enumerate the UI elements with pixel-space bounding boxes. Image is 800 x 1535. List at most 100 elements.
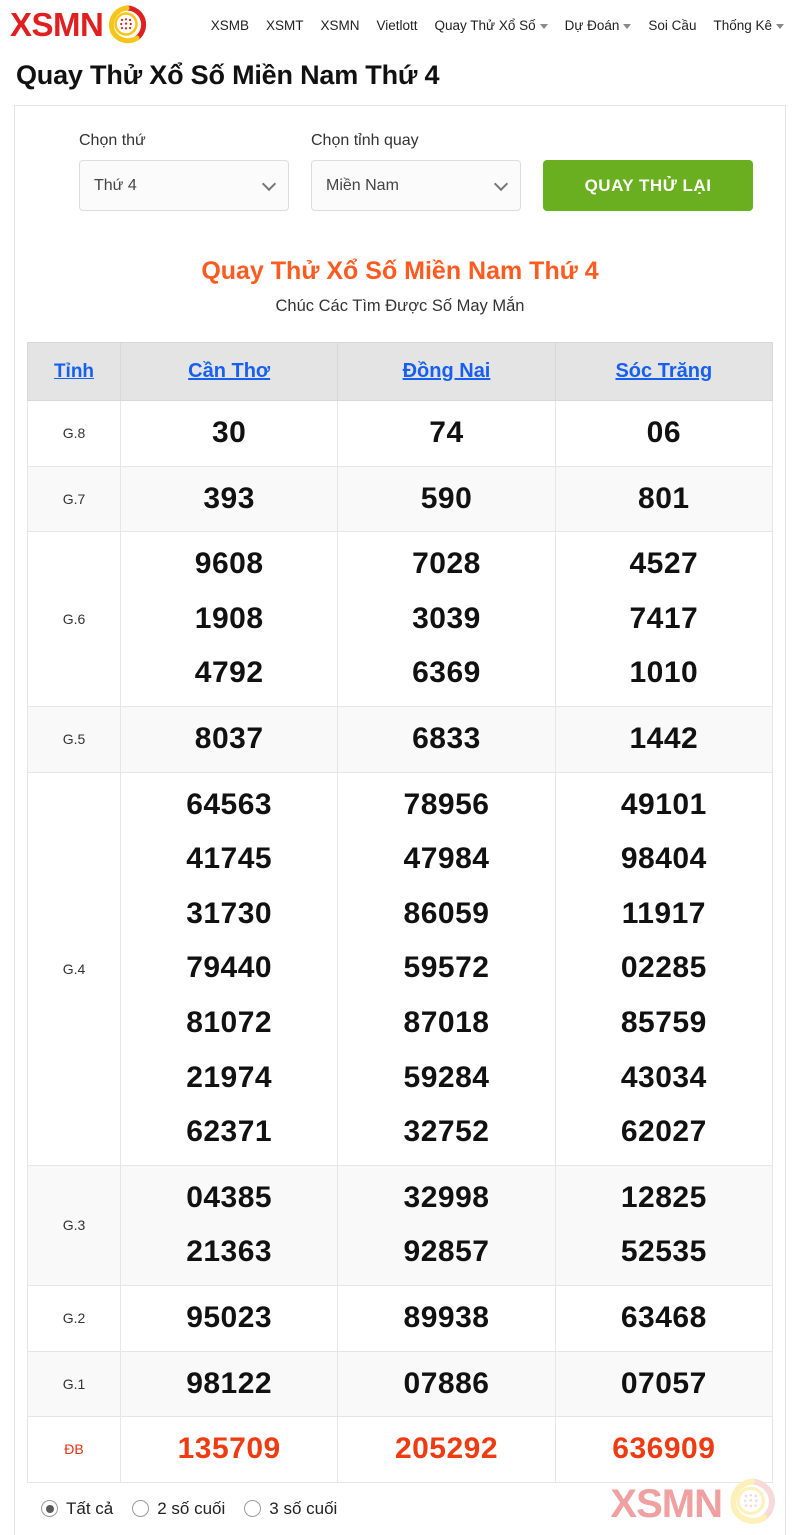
table-row: G.3 04385 21363 32998 92857 12825 52535 — [27, 1164, 774, 1286]
result-cell: 63468 — [554, 1284, 774, 1352]
result-number: 43034 — [620, 1060, 707, 1094]
result-cell-special: 636909 — [554, 1416, 774, 1483]
result-number: 21363 — [186, 1235, 273, 1269]
radio-icon[interactable] — [132, 1500, 150, 1518]
result-number: 52535 — [620, 1235, 707, 1269]
table-header-row: Tỉnh Cần Thơ Đồng Nai Sóc Trăng — [27, 342, 774, 401]
prize-label: G.5 — [27, 705, 121, 773]
result-cell: 1442 — [554, 705, 774, 773]
header-link-can-tho[interactable]: Cần Thơ — [188, 360, 270, 382]
chevron-down-icon — [261, 176, 277, 191]
radio-option-last-2[interactable]: 2 số cuối — [132, 1499, 225, 1519]
column-header-prize[interactable]: Tỉnh — [27, 342, 121, 401]
nav-item-xsmt[interactable]: XSMT — [266, 18, 304, 33]
result-number: 7028 — [412, 547, 481, 581]
result-number: 98122 — [186, 1366, 273, 1400]
table-row-special: ĐB 135709 205292 636909 — [27, 1416, 774, 1483]
result-subheading: Chúc Các Tìm Được Số May Mắn — [275, 297, 525, 315]
nav-label: Soi Cầu — [648, 17, 697, 33]
result-number: 95023 — [186, 1300, 273, 1334]
brand-text: XSMN — [10, 6, 104, 43]
result-number: 02285 — [620, 951, 707, 985]
result-number: 79440 — [186, 951, 273, 985]
result-cell: 74 — [337, 400, 556, 467]
prize-label: G.1 — [27, 1350, 121, 1418]
chevron-down-icon — [623, 23, 632, 29]
nav-label: XSMB — [210, 17, 249, 33]
table-row: G.5 8037 6833 1442 — [27, 705, 774, 773]
prize-label: G.3 — [27, 1164, 121, 1286]
result-number: 47984 — [403, 842, 490, 876]
result-number: 87018 — [403, 1005, 490, 1039]
column-header-province-2[interactable]: Đồng Nai — [337, 342, 556, 401]
nav-item-thong-ke[interactable]: Thống Kê — [713, 18, 784, 33]
result-number: 85759 — [620, 1005, 707, 1039]
result-number: 3039 — [412, 601, 481, 635]
result-number: 89938 — [403, 1300, 490, 1334]
nav-item-xsmb[interactable]: XSMB — [211, 18, 249, 33]
result-number: 1010 — [629, 656, 699, 690]
result-number: 4527 — [629, 547, 699, 581]
lottery-results-table: Tỉnh Cần Thơ Đồng Nai Sóc Trăng G.8 30 7… — [27, 342, 774, 1483]
prize-label: G.4 — [27, 771, 121, 1166]
result-number: 801 — [638, 481, 690, 515]
nav-item-vietlott[interactable]: Vietlott — [376, 18, 417, 33]
content-card: Chọn thứ Thứ 4 Chọn tỉnh quay Miền Nam Q… — [14, 105, 786, 1535]
nav-item-quay-thu-xo-so[interactable]: Quay Thử Xổ Số — [435, 18, 548, 33]
table-row: G.1 98122 07886 07057 — [27, 1350, 774, 1418]
result-number: 98404 — [620, 842, 707, 876]
spin-again-button[interactable]: QUAY THỬ LẠI — [543, 160, 753, 211]
header-link-soc-trang[interactable]: Sóc Trăng — [615, 360, 712, 382]
radio-option-all[interactable]: Tất cả — [41, 1499, 113, 1519]
nav-item-soi-cau[interactable]: Soi Cầu — [648, 18, 696, 33]
result-number: 6833 — [412, 721, 481, 755]
nav-label: Thống Kê — [713, 17, 772, 33]
table-row: G.2 95023 89938 63468 — [27, 1284, 774, 1352]
result-number: 30 — [211, 416, 247, 449]
province-field: Chọn tỉnh quay Miền Nam — [311, 132, 521, 211]
radio-icon[interactable] — [244, 1500, 262, 1518]
header-link-tinh[interactable]: Tỉnh — [54, 361, 94, 382]
header-link-dong-nai[interactable]: Đồng Nai — [403, 360, 491, 382]
result-number: 21974 — [186, 1060, 273, 1094]
nav-item-xsmn[interactable]: XSMN — [320, 18, 359, 33]
result-number: 32752 — [403, 1115, 490, 1149]
day-select[interactable]: Thứ 4 — [79, 160, 289, 211]
result-cell: 4527 7417 1010 — [554, 531, 774, 707]
result-cell: 393 — [119, 465, 339, 533]
result-cell-special: 205292 — [337, 1416, 556, 1483]
chevron-down-icon — [776, 23, 784, 29]
radio-label: 2 số cuối — [157, 1498, 226, 1518]
table-header: Tỉnh Cần Thơ Đồng Nai Sóc Trăng — [27, 342, 774, 401]
province-select[interactable]: Miền Nam — [311, 160, 521, 211]
table-row: G.7 393 590 801 — [27, 465, 774, 533]
result-number: 32998 — [403, 1180, 490, 1214]
result-number: 78956 — [403, 787, 490, 821]
column-header-province-3[interactable]: Sóc Trăng — [554, 342, 774, 401]
table-row: G.4 64563 41745 31730 79440 81072 21974 … — [27, 771, 774, 1166]
result-cell: 8037 — [119, 705, 339, 773]
result-cell: 98122 — [119, 1350, 339, 1418]
prize-label: G.7 — [27, 465, 121, 533]
result-cell: 30 — [119, 400, 339, 467]
result-number: 9608 — [194, 547, 264, 581]
radio-icon[interactable] — [41, 1500, 58, 1518]
result-number: 64563 — [186, 787, 273, 821]
result-heading: Quay Thử Xổ Số Miền Nam Thứ 4 — [201, 257, 599, 285]
column-header-province-1[interactable]: Cần Thơ — [119, 342, 339, 401]
site-header: XSMN XSMB XSMT XSMN Vietlott Quay Thử Xổ… — [0, 0, 800, 50]
result-cell: 32998 92857 — [337, 1164, 556, 1286]
nav-label: Dự Đoán — [564, 17, 620, 33]
nav-item-du-doan[interactable]: Dự Đoán — [565, 18, 632, 33]
result-cell: 07057 — [554, 1350, 774, 1418]
result-number: 59284 — [403, 1060, 490, 1094]
chevron-down-icon — [493, 176, 509, 191]
brand-logo[interactable]: XSMN — [10, 5, 147, 45]
result-number: 86059 — [403, 896, 490, 930]
province-select-value: Miền Nam — [326, 176, 399, 194]
radio-option-last-3[interactable]: 3 số cuối — [244, 1499, 337, 1519]
result-cell: 6833 — [337, 705, 556, 773]
nav-label: Vietlott — [376, 17, 418, 33]
result-number: 92857 — [403, 1235, 490, 1269]
prize-label: G.6 — [27, 531, 121, 707]
